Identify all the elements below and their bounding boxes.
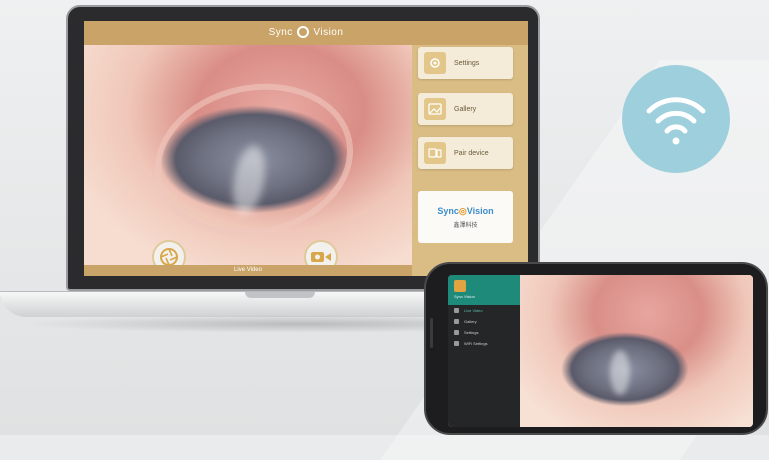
app-avatar-icon <box>454 280 466 292</box>
video-record-icon <box>311 252 331 262</box>
brand-logo-card: Sync◎Vision 鑫澤科技 <box>418 191 513 243</box>
brand-subtitle: 鑫澤科技 <box>453 222 478 229</box>
record-video-button[interactable] <box>304 240 338 265</box>
gallery-label: Gallery <box>454 105 477 113</box>
gallery-icon <box>454 319 459 324</box>
app-title-bar: Sync Vision <box>84 21 528 45</box>
settings-icon <box>424 52 446 74</box>
camera-image-highlight <box>610 350 630 395</box>
phone-side-button <box>430 318 433 348</box>
brand-right: Vision <box>466 205 494 216</box>
wifi-settings-icon <box>454 341 459 346</box>
laptop-screen: Sync Vision Live Video Settings Gallery … <box>84 21 528 276</box>
laptop-notch <box>245 292 315 298</box>
settings-button[interactable]: Settings <box>418 47 513 79</box>
drawer-item-settings[interactable]: Settings <box>448 327 520 338</box>
gallery-icon <box>424 98 446 120</box>
gallery-button[interactable]: Gallery <box>418 93 513 125</box>
pair-device-button[interactable]: Pair device <box>418 137 513 169</box>
phone-nav-drawer: Sync Vision Live Video Gallery Settings … <box>448 275 520 427</box>
wifi-icon <box>646 97 706 145</box>
capture-photo-button[interactable] <box>152 240 186 265</box>
live-video-icon <box>454 308 459 313</box>
app-title-left: Sync <box>268 27 293 38</box>
brand-left: Sync <box>437 205 459 216</box>
settings-icon <box>454 330 459 335</box>
drawer-header-name: Sync Vision <box>454 294 475 299</box>
phone-screen: Sync Vision Live Video Gallery Settings … <box>448 275 753 427</box>
wifi-badge <box>622 65 730 173</box>
drawer-item-gallery[interactable]: Gallery <box>448 316 520 327</box>
brand-logo-text: Sync◎Vision <box>437 206 493 217</box>
drawer-item-wifi-settings[interactable]: WiFi Settings <box>448 338 520 349</box>
camera-live-view[interactable] <box>84 45 412 265</box>
drawer-item-live-video[interactable]: Live Video <box>448 305 520 316</box>
status-bar: Live Video <box>84 265 412 276</box>
pair-device-label: Pair device <box>454 149 489 157</box>
shutter-icon <box>160 248 178 265</box>
app-title-right: Vision <box>313 27 344 38</box>
pair-device-icon <box>424 142 446 164</box>
drawer-header: Sync Vision <box>448 275 520 305</box>
brand-mark-icon: ◎ <box>458 205 467 216</box>
settings-label: Settings <box>454 59 480 67</box>
syncvision-logo-icon <box>297 26 310 39</box>
phone-camera-view[interactable] <box>520 275 753 427</box>
